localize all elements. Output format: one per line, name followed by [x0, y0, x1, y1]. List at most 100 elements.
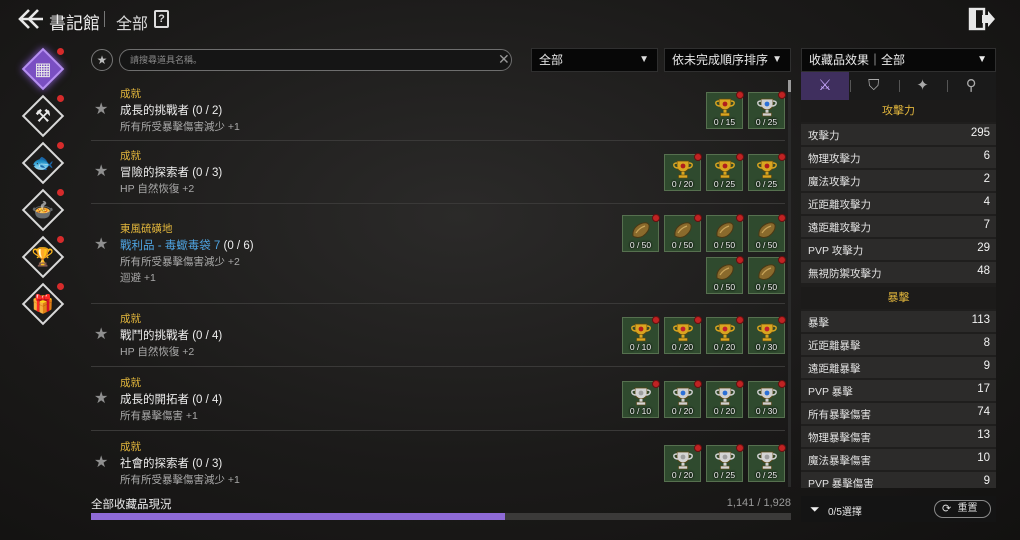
effects-tab-search[interactable]: ⚲ [947, 72, 995, 100]
favorite-star-icon[interactable]: ★ [94, 452, 108, 472]
collection-item-slot[interactable]: 0 / 20 [664, 380, 702, 418]
collection-item-slot[interactable]: 0 / 25 [748, 153, 786, 191]
effects-tab-misc[interactable]: ✦ [899, 72, 947, 100]
collection-entry[interactable]: ★ 成就 社會的探索者 (0 / 3) 所有所受暴擊傷害減少 +1 0 / 20 0 / … [91, 431, 789, 487]
entry-category: 東風硫磺地 [120, 223, 173, 235]
stat-value: 29 [977, 242, 990, 254]
collection-item-slot[interactable]: 0 / 20 [664, 316, 702, 354]
page-title: 書記館 [49, 14, 100, 33]
favorite-star-icon[interactable]: ★ [94, 234, 108, 254]
filter-icon[interactable]: ⏷ [810, 502, 820, 517]
collection-item-slot[interactable]: 0 / 25 [748, 91, 786, 129]
slot-alert-dot [736, 153, 744, 161]
notification-dot [57, 236, 64, 243]
sidebar-item-all-collections[interactable]: ▦ [20, 46, 66, 92]
notification-dot [57, 142, 64, 149]
trophy-blue-icon [757, 387, 777, 406]
trophy-blue-icon [673, 387, 693, 406]
slot-count: 0 / 20 [671, 406, 694, 416]
stat-label: 遠距離攻擊力 [808, 222, 871, 234]
poison-sac-icon [716, 264, 734, 280]
collection-item-slot[interactable]: 0 / 20 [706, 380, 744, 418]
poison-sac-icon [758, 264, 776, 280]
stat-value: 48 [977, 265, 990, 277]
dropdown-arrow-icon: ▼ [639, 54, 649, 65]
effects-tab-defense[interactable]: ⛉ [850, 72, 898, 100]
stat-label: 物理攻擊力 [808, 153, 861, 165]
slot-alert-dot [694, 214, 702, 222]
collection-entry[interactable]: ★ 成就 戰鬥的挑戰者 (0 / 4) HP 自然恢復 +2 0 / 10 0 / 20 0… [91, 304, 789, 367]
collection-item-slot[interactable]: 0 / 50 [622, 214, 660, 252]
dropdown-arrow-icon: ▼ [977, 54, 987, 65]
sidebar-item-trophy[interactable]: 🏆 [20, 234, 66, 280]
sidebar-item-fishing[interactable]: 🐟 [20, 140, 66, 186]
collection-item-slot[interactable]: 0 / 20 [706, 316, 744, 354]
collection-item-slot[interactable]: 0 / 20 [664, 444, 702, 482]
slot-count: 0 / 15 [713, 117, 736, 127]
collection-item-slot[interactable]: 0 / 25 [706, 153, 744, 191]
search-icon: ⚲ [965, 77, 977, 94]
entry-progress: (0 / 2) [192, 105, 223, 117]
slot-alert-dot [694, 380, 702, 388]
exit-icon[interactable] [968, 7, 996, 31]
effects-dropdown[interactable]: 收藏品效果｜全部 ▼ [801, 48, 996, 72]
defense-icon: ⛉ [868, 77, 880, 94]
effects-tabs: ⚔ ⛉ ✦ ⚲ [801, 72, 996, 100]
favorite-star-icon[interactable]: ★ [94, 324, 108, 344]
collection-item-slot[interactable]: 0 / 50 [748, 256, 786, 294]
effects-tab-attack[interactable]: ⚔ [801, 72, 849, 100]
collection-item-slot[interactable]: 0 / 50 [706, 214, 744, 252]
collection-item-slot[interactable]: 0 / 10 [622, 316, 660, 354]
search-input[interactable] [119, 49, 512, 71]
effects-footer: ⏷ 0/5選擇 ⟳ 重置 [801, 496, 996, 522]
reset-button-label: 重置 [957, 503, 978, 514]
slot-alert-dot [694, 444, 702, 452]
sidebar-item-equipment[interactable]: ⚒ [20, 93, 66, 139]
collection-entry[interactable]: ★ 成就 冒險的探索者 (0 / 3) HP 自然恢復 +2 0 / 20 0 / 25 0… [91, 141, 789, 204]
help-icon[interactable]: ? [154, 10, 169, 28]
sidebar-item-gift[interactable]: 🎁 [20, 281, 66, 327]
collection-item-slot[interactable]: 0 / 30 [748, 380, 786, 418]
collection-item-slot[interactable]: 0 / 25 [748, 444, 786, 482]
attack-icon: ⚔ [818, 77, 832, 94]
back-icon[interactable] [18, 8, 44, 30]
stat-row: 遠距離攻擊力 7 [801, 216, 996, 237]
collection-item-slot[interactable]: 0 / 50 [748, 214, 786, 252]
collection-entry[interactable]: ★ 成就 成長的挑戰者 (0 / 2) 所有所受暴擊傷害減少 +1 0 / 15 0 / … [91, 80, 789, 141]
entry-name-text[interactable]: 戰利品 - 毒蠍毒袋 7 [120, 240, 220, 252]
slot-count: 0 / 20 [671, 179, 694, 189]
entry-category: 成就 [120, 377, 141, 389]
stat-label: 近距離暴擊 [808, 340, 861, 352]
collection-item-slot[interactable]: 0 / 10 [622, 380, 660, 418]
overall-progress-bar [91, 513, 791, 520]
reset-button[interactable]: ⟳ 重置 [934, 500, 991, 518]
list-scroll-thumb[interactable] [788, 80, 791, 92]
effects-panel: 收藏品效果｜全部 ▼ ⚔ ⛉ ✦ ⚲ 攻擊力 攻擊力 295 物理攻擊力 6 魔法攻擊力 2 近距離… [801, 46, 996, 522]
list-scrollbar[interactable] [788, 80, 791, 487]
collection-item-slot[interactable]: 0 / 50 [664, 214, 702, 252]
entry-name[interactable]: 戰利品 - 毒蠍毒袋 7 (0 / 6) [120, 237, 254, 253]
stat-label: 魔法暴擊傷害 [808, 455, 871, 467]
sort-dropdown[interactable]: 依未完成順序排序 ▼ [664, 48, 791, 72]
collection-entry[interactable]: ★ 東風硫磺地 戰利品 - 毒蠍毒袋 7 (0 / 6) 所有所受暴擊傷害減少 +2 迴… [91, 204, 789, 304]
collection-item-slot[interactable]: 0 / 30 [748, 316, 786, 354]
favorite-star-icon[interactable]: ★ [94, 99, 108, 119]
collection-entry[interactable]: ★ 成就 成長的開拓者 (0 / 4) 所有暴擊傷害 +1 0 / 10 0 / 20 0 … [91, 367, 789, 431]
clear-search-icon[interactable]: ✕ [498, 51, 510, 68]
slot-alert-dot [694, 153, 702, 161]
slot-count: 0 / 50 [629, 240, 652, 250]
stat-label: 無視防禦攻擊力 [808, 268, 882, 280]
collection-item-slot[interactable]: 0 / 50 [706, 256, 744, 294]
collection-item-slot[interactable]: 0 / 15 [706, 91, 744, 129]
favorite-star-icon[interactable]: ★ [94, 388, 108, 408]
trophy-blue-icon [757, 98, 777, 117]
favorite-filter-button[interactable]: ★ [91, 49, 113, 71]
category-dropdown[interactable]: 全部 ▼ [531, 48, 658, 72]
category-dropdown-value: 全部 [539, 53, 564, 67]
entry-name: 冒險的探索者 (0 / 3) [120, 164, 222, 180]
sidebar-item-cooking[interactable]: 🍲 [20, 187, 66, 233]
trophy-silver-icon [757, 451, 777, 470]
collection-item-slot[interactable]: 0 / 20 [664, 153, 702, 191]
collection-item-slot[interactable]: 0 / 25 [706, 444, 744, 482]
favorite-star-icon[interactable]: ★ [94, 161, 108, 181]
